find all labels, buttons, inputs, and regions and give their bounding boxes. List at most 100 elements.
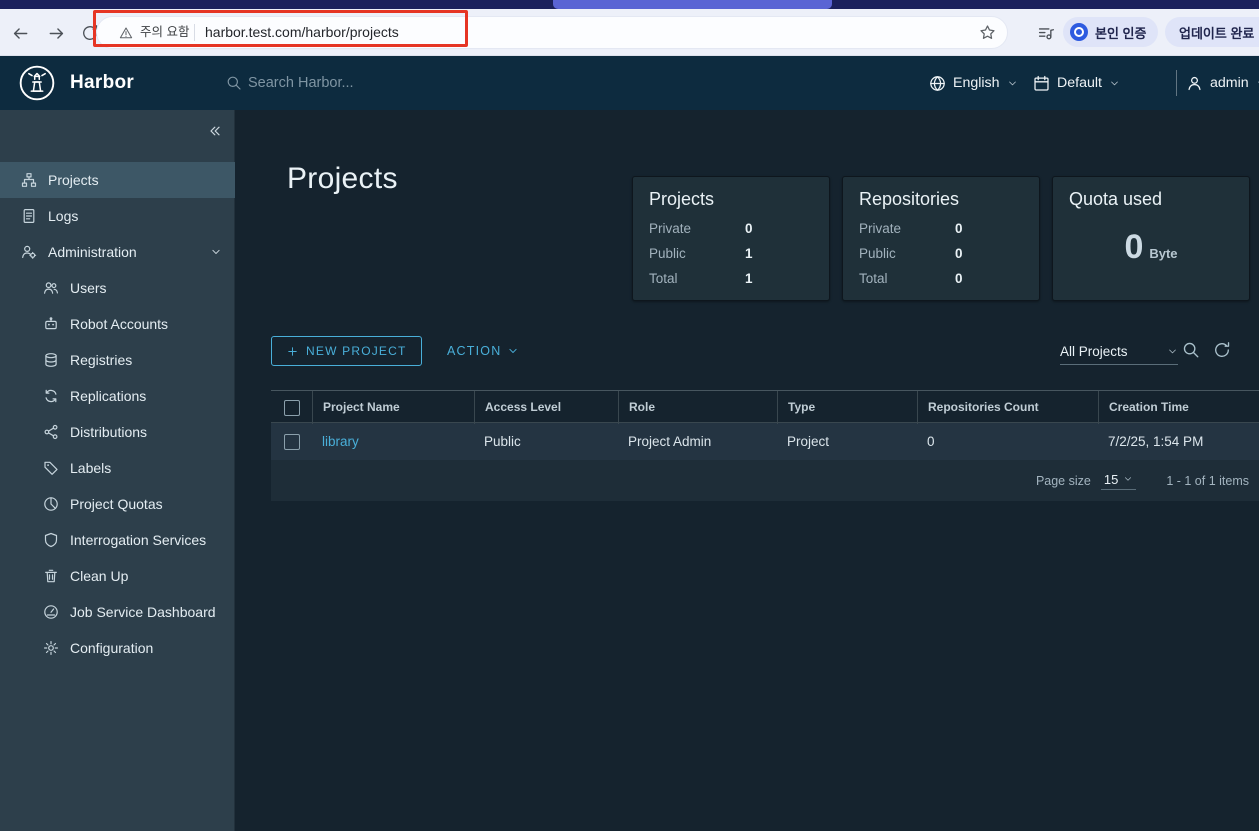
gear-icon	[43, 640, 59, 656]
page-size-select[interactable]: 15	[1100, 471, 1137, 490]
plus-icon	[286, 345, 299, 358]
sidebar-collapse-button[interactable]	[207, 123, 223, 139]
chevron-down-icon	[1256, 78, 1259, 89]
update-complete-button[interactable]: 업데이트 완료	[1165, 17, 1259, 47]
sidebar-item-project-quotas[interactable]: Project Quotas	[0, 486, 235, 522]
page-size-value: 15	[1103, 471, 1119, 487]
forward-button[interactable]	[46, 23, 66, 43]
new-project-button[interactable]: NEW PROJECT	[271, 336, 422, 366]
stat-value: 1	[745, 271, 753, 286]
stat-value: 1	[745, 246, 753, 261]
sidebar-item-job-service-dashboard[interactable]: Job Service Dashboard	[0, 594, 235, 630]
column-header-role: Role	[618, 391, 777, 424]
sidebar-item-label: Replications	[70, 388, 147, 404]
projects-summary-card: Projects Private 0 Public 1 Total 1	[632, 176, 830, 301]
stat-value: 0	[955, 271, 963, 286]
global-search-input[interactable]: Search Harbor...	[248, 56, 354, 110]
sidebar: Projects Logs Administration Users Robot…	[0, 110, 235, 831]
refresh-icon[interactable]	[1213, 341, 1231, 359]
chevron-down-icon	[1123, 474, 1133, 484]
sidebar-item-label: Registries	[70, 352, 133, 368]
projects-icon	[21, 172, 37, 188]
chevron-down-icon	[507, 345, 519, 357]
table-row[interactable]: library Public Project Admin Project 0 7…	[271, 423, 1259, 460]
cell-repositories-count: 0	[927, 434, 935, 449]
bookmark-star-icon[interactable]	[979, 24, 996, 41]
items-range: 1 - 1 of 1 items	[1166, 473, 1249, 488]
stat-label: Private	[859, 221, 902, 236]
row-checkbox[interactable]	[283, 433, 300, 450]
global-search-icon[interactable]	[226, 75, 242, 91]
action-label: ACTION	[447, 344, 502, 358]
language-menu[interactable]: English	[929, 56, 1018, 110]
trash-icon	[43, 568, 59, 584]
main-content: Projects Projects Private 0 Public 1 Total…	[235, 110, 1259, 831]
cell-role: Project Admin	[628, 434, 712, 449]
shield-icon	[43, 532, 59, 548]
card-title: Repositories	[859, 189, 960, 209]
sidebar-item-users[interactable]: Users	[0, 270, 235, 306]
sidebar-item-label: Distributions	[70, 424, 148, 440]
quota-unit: Byte	[1149, 246, 1178, 261]
quota-summary-card: Quota used 0 Byte	[1052, 176, 1250, 301]
replication-icon	[43, 388, 59, 404]
address-divider	[194, 24, 195, 41]
verify-label: 본인 인증	[1095, 25, 1147, 41]
calendar-icon	[1033, 75, 1050, 92]
sidebar-item-distributions[interactable]: Distributions	[0, 414, 235, 450]
dashboard-icon	[43, 604, 59, 620]
action-dropdown[interactable]: ACTION	[447, 336, 519, 366]
back-button[interactable]	[10, 23, 30, 43]
theme-menu[interactable]: Default	[1033, 56, 1120, 110]
stat-label: Total	[859, 271, 888, 286]
harbor-logo[interactable]	[18, 64, 56, 107]
sidebar-item-labels[interactable]: Labels	[0, 450, 235, 486]
chevron-down-icon	[1109, 78, 1120, 89]
administration-icon	[21, 244, 37, 260]
table-footer: Page size 15 1 - 1 of 1 items	[271, 460, 1259, 501]
sidebar-item-robot-accounts[interactable]: Robot Accounts	[0, 306, 235, 342]
url-text[interactable]: harbor.test.com/harbor/projects	[205, 17, 399, 48]
language-label: English	[953, 75, 1000, 91]
media-controls-icon[interactable]	[1036, 23, 1056, 43]
sidebar-item-registries[interactable]: Registries	[0, 342, 235, 378]
column-header-project-name: Project Name	[312, 391, 474, 424]
logs-icon	[21, 208, 37, 224]
chevron-down-icon	[1167, 346, 1178, 357]
identity-verify-button[interactable]: 본인 인증	[1063, 17, 1159, 47]
user-icon	[1186, 75, 1203, 92]
project-filter-select[interactable]: All Projects	[1060, 339, 1178, 365]
harbor-header: Harbor Search Harbor... English Default …	[0, 56, 1259, 110]
user-menu[interactable]: admin	[1186, 56, 1259, 110]
share-icon	[43, 424, 59, 440]
address-bar[interactable]: 주의 요함 harbor.test.com/harbor/projects	[96, 16, 1008, 49]
sidebar-item-label: Project Quotas	[70, 496, 163, 512]
security-warning-icon[interactable]	[119, 26, 133, 40]
robot-icon	[43, 316, 59, 332]
cell-access-level: Public	[484, 434, 521, 449]
brand-name[interactable]: Harbor	[70, 56, 134, 110]
browser-toolbar: 주의 요함 harbor.test.com/harbor/projects 본인…	[0, 9, 1259, 56]
search-projects-icon[interactable]	[1182, 341, 1200, 359]
stat-value: 0	[955, 246, 963, 261]
sidebar-item-projects[interactable]: Projects	[0, 162, 235, 198]
sidebar-item-interrogation-services[interactable]: Interrogation Services	[0, 522, 235, 558]
sidebar-item-administration[interactable]: Administration	[0, 234, 235, 270]
stat-label: Private	[649, 221, 692, 236]
double-chevron-left-icon	[207, 123, 223, 139]
sidebar-item-configuration[interactable]: Configuration	[0, 630, 235, 666]
sidebar-nav: Projects Logs Administration Users Robot…	[0, 162, 235, 666]
sidebar-item-label: Labels	[70, 460, 112, 476]
user-label: admin	[1210, 75, 1249, 91]
sidebar-item-clean-up[interactable]: Clean Up	[0, 558, 235, 594]
sidebar-item-replications[interactable]: Replications	[0, 378, 235, 414]
active-tab-pill[interactable]	[553, 0, 832, 9]
select-all-checkbox[interactable]	[283, 399, 300, 416]
project-link[interactable]: library	[322, 434, 359, 449]
tag-icon	[43, 460, 59, 476]
sidebar-item-logs[interactable]: Logs	[0, 198, 235, 234]
users-icon	[43, 280, 59, 296]
security-chip-label[interactable]: 주의 요함	[140, 17, 189, 48]
stat-label: Total	[649, 271, 678, 286]
sidebar-item-label: Users	[70, 280, 107, 296]
